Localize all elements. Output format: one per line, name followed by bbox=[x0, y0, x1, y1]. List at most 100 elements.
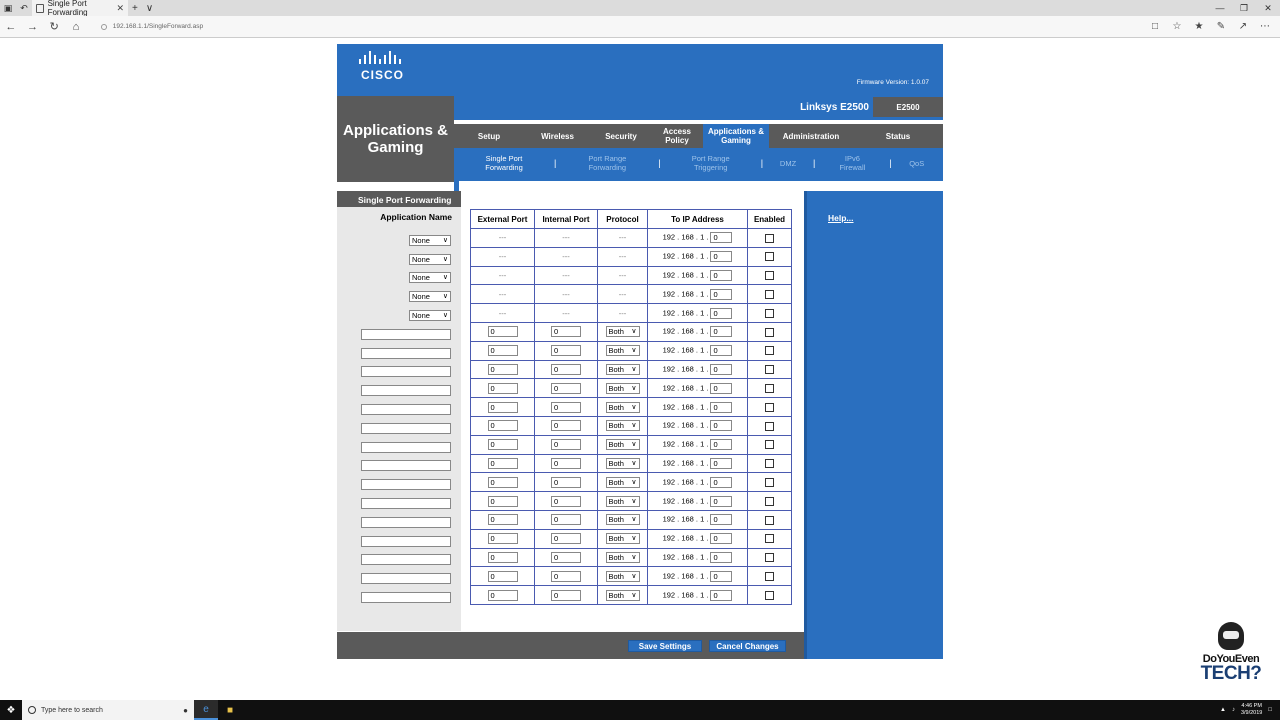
protocol-select[interactable]: Both bbox=[605, 476, 640, 488]
external-port-input[interactable]: 0 bbox=[487, 589, 518, 601]
external-port-input[interactable]: 0 bbox=[487, 533, 518, 545]
ip-last-octet-input[interactable]: 0 bbox=[710, 382, 733, 394]
enabled-checkbox[interactable] bbox=[765, 365, 774, 375]
ip-last-octet-input[interactable]: 0 bbox=[710, 251, 733, 263]
file-explorer-icon[interactable]: ■ bbox=[218, 700, 242, 720]
more-icon[interactable]: ⋯ bbox=[1256, 21, 1274, 32]
protocol-select[interactable]: Both bbox=[605, 570, 640, 582]
application-name-input[interactable] bbox=[361, 404, 451, 416]
internal-port-input[interactable]: 0 bbox=[551, 551, 581, 563]
application-select[interactable]: None bbox=[409, 234, 451, 246]
external-port-input[interactable]: 0 bbox=[487, 495, 518, 507]
ip-last-octet-input[interactable]: 0 bbox=[710, 495, 733, 507]
internal-port-input[interactable]: 0 bbox=[551, 345, 581, 357]
external-port-input[interactable]: 0 bbox=[487, 514, 518, 526]
application-name-input[interactable] bbox=[361, 554, 451, 566]
refresh-icon[interactable]: ↻ bbox=[43, 20, 65, 33]
nav-wireless[interactable]: Wireless bbox=[524, 124, 591, 148]
enabled-checkbox[interactable] bbox=[765, 290, 774, 300]
internal-port-input[interactable]: 0 bbox=[551, 401, 581, 413]
ip-last-octet-input[interactable]: 0 bbox=[710, 589, 733, 601]
ip-last-octet-input[interactable]: 0 bbox=[710, 345, 733, 357]
enabled-checkbox[interactable] bbox=[765, 308, 774, 318]
tab-actions-icon[interactable]: ▣ bbox=[0, 0, 16, 16]
internal-port-input[interactable]: 0 bbox=[551, 495, 581, 507]
ip-last-octet-input[interactable]: 0 bbox=[710, 232, 733, 244]
network-icon[interactable]: ▲ bbox=[1220, 707, 1226, 713]
external-port-input[interactable]: 0 bbox=[487, 401, 518, 413]
back-arrow-icon[interactable]: ← bbox=[0, 21, 22, 33]
subnav-port-range-forwarding[interactable]: Port Range Forwarding bbox=[556, 154, 658, 172]
nav-administration[interactable]: Administration bbox=[769, 124, 853, 148]
subnav-single-port-forwarding[interactable]: Single Port Forwarding bbox=[454, 154, 554, 172]
nav-setup[interactable]: Setup bbox=[454, 124, 524, 148]
application-select[interactable]: None bbox=[409, 310, 451, 322]
internal-port-input[interactable]: 0 bbox=[551, 533, 581, 545]
ip-last-octet-input[interactable]: 0 bbox=[710, 420, 733, 432]
enabled-checkbox[interactable] bbox=[765, 459, 774, 469]
taskbar-search[interactable]: Type here to search ● bbox=[22, 700, 194, 720]
enabled-checkbox[interactable] bbox=[765, 553, 774, 563]
enabled-checkbox[interactable] bbox=[765, 572, 774, 581]
external-port-input[interactable]: 0 bbox=[487, 363, 518, 375]
application-name-input[interactable] bbox=[361, 328, 451, 340]
edge-browser-icon[interactable]: e bbox=[194, 700, 218, 720]
enabled-checkbox[interactable] bbox=[765, 590, 774, 600]
application-name-input[interactable] bbox=[361, 479, 451, 491]
protocol-select[interactable]: Both bbox=[605, 514, 640, 526]
minimize-icon[interactable]: — bbox=[1208, 3, 1232, 14]
application-select[interactable]: None bbox=[409, 253, 451, 265]
internal-port-input[interactable]: 0 bbox=[551, 326, 581, 338]
application-name-input[interactable] bbox=[361, 592, 451, 604]
internal-port-input[interactable]: 0 bbox=[551, 439, 581, 451]
protocol-select[interactable]: Both bbox=[605, 533, 640, 545]
new-tab-button[interactable]: + bbox=[128, 3, 142, 14]
ip-last-octet-input[interactable]: 0 bbox=[710, 514, 733, 526]
subnav-qos[interactable]: QoS bbox=[892, 159, 942, 168]
internal-port-input[interactable]: 0 bbox=[551, 476, 581, 488]
enabled-checkbox[interactable] bbox=[765, 515, 774, 525]
enabled-checkbox[interactable] bbox=[765, 327, 774, 337]
protocol-select[interactable]: Both bbox=[605, 589, 640, 601]
help-link[interactable]: Help... bbox=[828, 213, 854, 223]
ip-last-octet-input[interactable]: 0 bbox=[710, 533, 733, 545]
ip-last-octet-input[interactable]: 0 bbox=[710, 363, 733, 375]
enabled-checkbox[interactable] bbox=[765, 478, 774, 488]
external-port-input[interactable]: 0 bbox=[487, 345, 518, 357]
forward-arrow-icon[interactable]: → bbox=[22, 21, 44, 33]
ip-last-octet-input[interactable]: 0 bbox=[710, 326, 733, 338]
internal-port-input[interactable]: 0 bbox=[551, 514, 581, 526]
enabled-checkbox[interactable] bbox=[765, 402, 774, 412]
internal-port-input[interactable]: 0 bbox=[551, 420, 581, 432]
tab-back-icon[interactable]: ↶ bbox=[16, 0, 32, 16]
enabled-checkbox[interactable] bbox=[765, 534, 774, 544]
pen-icon[interactable]: ✎ bbox=[1212, 21, 1230, 32]
ip-last-octet-input[interactable]: 0 bbox=[710, 551, 733, 563]
protocol-select[interactable]: Both bbox=[605, 420, 640, 432]
nav-applications-gaming[interactable]: Applications & Gaming bbox=[703, 124, 769, 148]
application-name-input[interactable] bbox=[361, 498, 451, 510]
internal-port-input[interactable]: 0 bbox=[551, 363, 581, 375]
protocol-select[interactable]: Both bbox=[605, 345, 640, 357]
ip-last-octet-input[interactable]: 0 bbox=[710, 307, 733, 319]
reading-view-icon[interactable]: □ bbox=[1146, 21, 1164, 32]
tab-list-button[interactable]: ∨ bbox=[142, 3, 157, 14]
external-port-input[interactable]: 0 bbox=[487, 457, 518, 469]
clock[interactable]: 4:46 PM 3/9/2019 bbox=[1241, 703, 1262, 717]
enabled-checkbox[interactable] bbox=[765, 421, 774, 431]
close-tab-icon[interactable]: ✕ bbox=[116, 3, 124, 14]
enabled-checkbox[interactable] bbox=[765, 233, 774, 243]
application-name-input[interactable] bbox=[361, 366, 451, 378]
windows-start-icon[interactable]: ❖ bbox=[0, 700, 22, 720]
protocol-select[interactable]: Both bbox=[605, 401, 640, 413]
external-port-input[interactable]: 0 bbox=[487, 476, 518, 488]
protocol-select[interactable]: Both bbox=[605, 363, 640, 375]
subnav-ipv6-firewall[interactable]: IPv6 Firewall bbox=[815, 154, 889, 172]
nav-access-policy[interactable]: Access Policy bbox=[651, 124, 703, 148]
ip-last-octet-input[interactable]: 0 bbox=[710, 457, 733, 469]
application-name-input[interactable] bbox=[361, 347, 451, 359]
home-icon[interactable]: ⌂ bbox=[65, 21, 87, 33]
enabled-checkbox[interactable] bbox=[765, 346, 774, 356]
application-name-input[interactable] bbox=[361, 460, 451, 472]
restore-icon[interactable]: ❐ bbox=[1232, 3, 1256, 14]
